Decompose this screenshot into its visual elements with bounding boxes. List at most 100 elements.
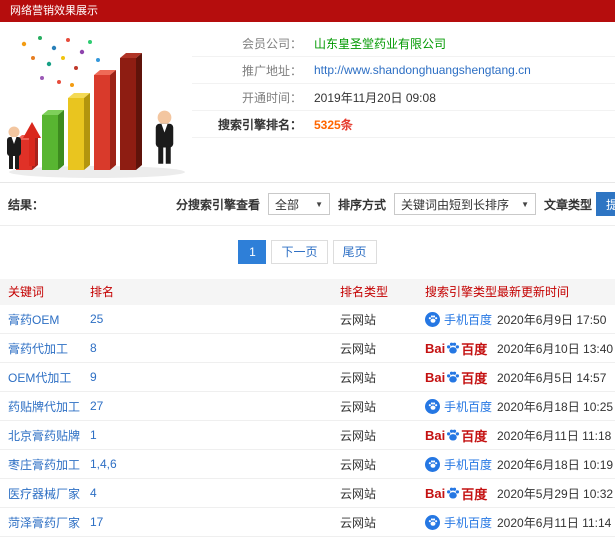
baidu-paw-icon xyxy=(447,371,460,383)
update-time: 2020年6月5日 14:57 xyxy=(497,370,607,385)
engine-filter-select[interactable]: 全部 ▼ xyxy=(268,193,331,215)
keyword-link[interactable]: 药贴牌代加工 xyxy=(8,400,80,414)
submit-button[interactable]: 提交 xyxy=(596,192,615,216)
baidu-paw-icon xyxy=(447,342,460,354)
chevron-down-icon: ▼ xyxy=(521,199,530,209)
rank-count-number: 5325 xyxy=(314,117,341,132)
rank-type: 云网站 xyxy=(340,486,377,501)
info-row-company: 会员公司： 山东皇圣堂药业有限公司 xyxy=(192,30,615,57)
sort-filter-label: 排序方式 xyxy=(338,197,387,212)
table-row: 北京膏药贴牌 1 云网站 Bai 百度 2020年6月11日 11:18 xyxy=(0,421,615,450)
baidu-logo: Bai 百度 xyxy=(425,339,487,358)
baidu-latin: Bai xyxy=(425,427,446,443)
table-row: 菏泽膏药厂家 17 云网站 手机百度 2020年6月11日 11:14 xyxy=(0,508,615,537)
open-time-value: 2019年11月20日 09:08 xyxy=(314,90,436,105)
keyword-link[interactable]: 菏泽膏药厂家 xyxy=(8,516,80,530)
update-time: 2020年6月9日 17:50 xyxy=(497,312,607,327)
table-header-row: 关键词 排名 排名类型 搜索引擎类型 最新更新时间 xyxy=(0,279,615,305)
info-row-open-time: 开通时间： 2019年11月20日 09:08 xyxy=(192,84,615,111)
rank-link[interactable]: 27 xyxy=(90,399,103,413)
baidu-logo: Bai 百度 xyxy=(425,426,487,445)
keyword-link[interactable]: 膏药代加工 xyxy=(8,342,68,356)
header-keyword: 关键词 xyxy=(8,285,45,299)
mobile-baidu-badge: 手机百度 xyxy=(425,398,492,415)
filter-bar: 结果： 分搜索引擎查看 全部 ▼ 排序方式 关键词由短到长排序 ▼ 文章类型 全… xyxy=(0,183,615,226)
update-time: 2020年6月11日 11:18 xyxy=(497,428,612,443)
article-type-filter-label: 文章类型 xyxy=(544,197,593,212)
baidu-paw-icon xyxy=(447,487,460,499)
info-row-rank-count: 搜索引擎排名： 5325条 xyxy=(192,111,615,138)
baidu-cn: 百度 xyxy=(461,486,488,502)
page-button-current[interactable]: 1 xyxy=(238,240,267,264)
table-row: 医疗器械厂家 4 云网站 Bai 百度 2020年5月29日 10:32 xyxy=(0,479,615,508)
keyword-link[interactable]: 膏药OEM xyxy=(8,313,59,327)
rank-count-label: 搜索引擎排名： xyxy=(217,117,302,132)
rank-type: 云网站 xyxy=(340,399,377,414)
keyword-link[interactable]: 医疗器械厂家 xyxy=(8,487,80,501)
mobile-baidu-icon xyxy=(425,311,440,327)
rank-count-unit: 条 xyxy=(340,117,353,132)
baidu-latin: Bai xyxy=(425,485,446,501)
mobile-baidu-badge: 手机百度 xyxy=(425,456,492,473)
rank-count-value: 5325条 xyxy=(314,116,353,133)
header-rank: 排名 xyxy=(90,285,115,299)
baidu-cn: 百度 xyxy=(461,370,488,386)
update-time: 2020年6月11日 11:14 xyxy=(497,515,612,530)
page-title-bar: 网络营销效果展示 xyxy=(0,0,615,22)
rank-type: 云网站 xyxy=(340,341,377,356)
keyword-rank-table: 关键词 排名 排名类型 搜索引擎类型 最新更新时间 膏药OEM 25 云网站 手… xyxy=(0,279,615,537)
last-page-button[interactable]: 尾页 xyxy=(332,240,377,264)
next-page-button[interactable]: 下一页 xyxy=(271,240,328,264)
rank-type: 云网站 xyxy=(340,457,377,472)
result-label: 结果： xyxy=(8,197,45,212)
rank-link[interactable]: 17 xyxy=(90,515,103,529)
baidu-logo: Bai 百度 xyxy=(425,484,487,503)
baidu-paw-icon xyxy=(447,429,460,441)
table-row: 枣庄膏药加工 1,4,6 云网站 手机百度 2020年6月18日 10:19 xyxy=(0,450,615,479)
sort-filter-value: 关键词由短到长排序 xyxy=(401,197,510,212)
promo-url-label: 推广地址： xyxy=(241,63,302,78)
marketing-illustration xyxy=(2,30,192,180)
update-time: 2020年6月18日 10:19 xyxy=(497,457,614,472)
mobile-baidu-icon xyxy=(425,514,440,530)
engine-label: 手机百度 xyxy=(444,399,493,414)
rank-type: 云网站 xyxy=(340,312,377,327)
page-title: 网络营销效果展示 xyxy=(10,5,98,17)
table-row: 药贴牌代加工 27 云网站 手机百度 2020年6月18日 10:25 xyxy=(0,392,615,421)
update-time: 2020年6月10日 13:40 xyxy=(497,341,614,356)
rank-link[interactable]: 9 xyxy=(90,370,97,384)
header-engine-type: 搜索引擎类型 xyxy=(425,285,498,299)
account-info-section: 会员公司： 山东皇圣堂药业有限公司 推广地址： http://www.shand… xyxy=(0,22,615,183)
pagination: 1 下一页 尾页 xyxy=(0,226,615,279)
company-name-link[interactable]: 山东皇圣堂药业有限公司 xyxy=(314,35,446,52)
rank-link[interactable]: 1,4,6 xyxy=(90,457,117,471)
sort-filter-select[interactable]: 关键词由短到长排序 ▼ xyxy=(394,193,537,215)
rank-link[interactable]: 4 xyxy=(90,486,97,500)
mobile-baidu-icon xyxy=(425,398,440,414)
rank-type: 云网站 xyxy=(340,370,377,385)
mobile-baidu-badge: 手机百度 xyxy=(425,311,492,328)
table-row: 膏药代加工 8 云网站 Bai 百度 2020年6月10日 13:40 xyxy=(0,334,615,363)
header-update-time: 最新更新时间 xyxy=(497,285,570,299)
marketing-report-page: { "header": { "title": "网络营销效果展示" }, "in… xyxy=(0,0,615,537)
header-rank-type: 排名类型 xyxy=(340,285,389,299)
update-time: 2020年6月18日 10:25 xyxy=(497,399,614,414)
info-row-url: 推广地址： http://www.shandonghuangshengtang.… xyxy=(192,57,615,84)
engine-label: 手机百度 xyxy=(444,312,493,327)
keyword-link[interactable]: OEM代加工 xyxy=(8,371,71,385)
rank-link[interactable]: 8 xyxy=(90,341,97,355)
update-time: 2020年5月29日 10:32 xyxy=(497,486,614,501)
engine-label: 手机百度 xyxy=(444,457,493,472)
keyword-link[interactable]: 枣庄膏药加工 xyxy=(8,458,80,472)
engine-filter-value: 全部 xyxy=(275,197,300,212)
table-row: OEM代加工 9 云网站 Bai 百度 2020年6月5日 14:57 xyxy=(0,363,615,392)
rank-type: 云网站 xyxy=(340,428,377,443)
baidu-latin: Bai xyxy=(425,340,446,356)
rank-link[interactable]: 25 xyxy=(90,312,103,326)
keyword-link[interactable]: 北京膏药贴牌 xyxy=(8,429,80,443)
engine-filter-label: 分搜索引擎查看 xyxy=(176,197,261,212)
promo-url-link[interactable]: http://www.shandonghuangshengtang.cn xyxy=(314,63,531,77)
chevron-down-icon: ▼ xyxy=(315,199,324,209)
engine-label: 手机百度 xyxy=(444,515,493,530)
rank-link[interactable]: 1 xyxy=(90,428,97,442)
